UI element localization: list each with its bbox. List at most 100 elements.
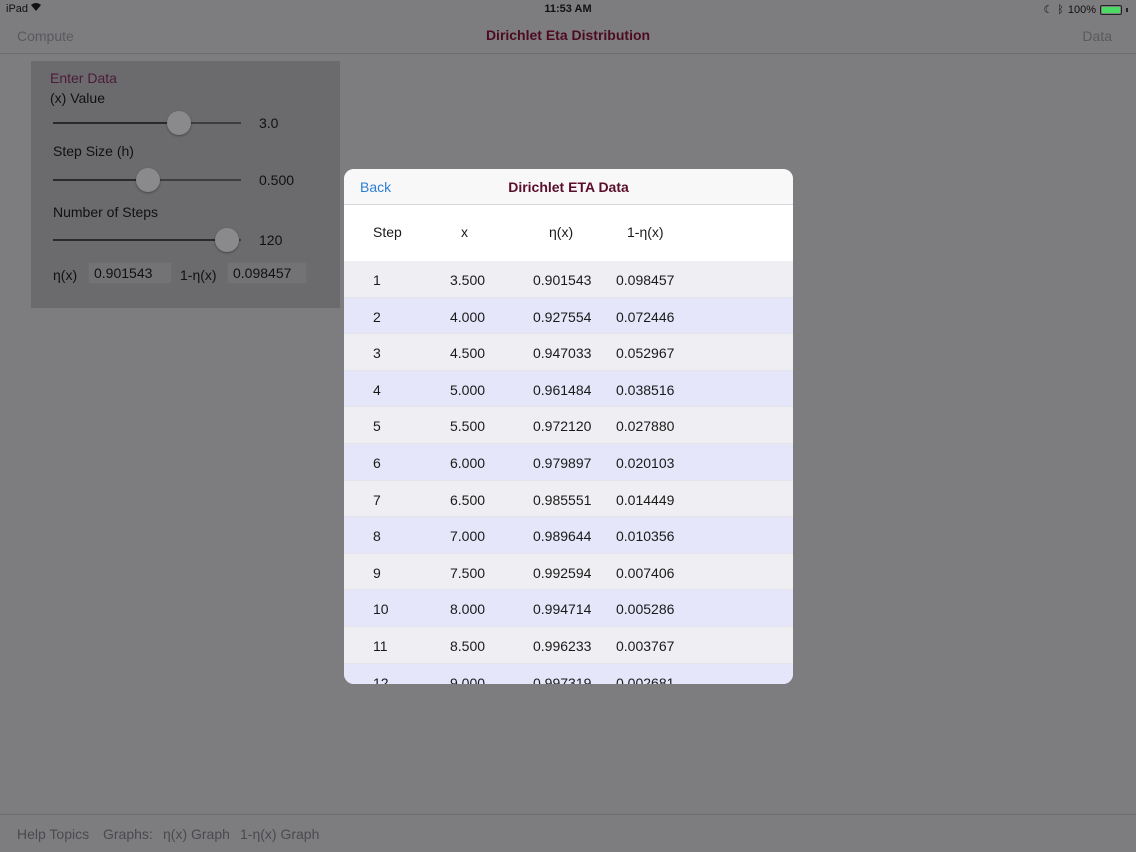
popover-title: Dirichlet ETA Data	[508, 179, 629, 195]
step-size-slider-fill	[53, 179, 148, 181]
cell-eta: 0.996233	[533, 637, 592, 654]
cell-eta: 0.972120	[533, 418, 592, 435]
cell-eta: 0.927554	[533, 308, 592, 325]
cell-one-minus-eta: 0.010356	[616, 528, 675, 545]
one-minus-eta-label: 1-η(x)	[180, 267, 217, 283]
cell-eta: 0.994714	[533, 601, 592, 618]
cell-x: 5.000	[450, 381, 486, 398]
number-of-steps-label: Number of Steps	[53, 204, 159, 220]
cell-step: 9	[373, 564, 381, 581]
cell-eta: 0.992594	[533, 564, 592, 581]
cell-step: 7	[373, 491, 381, 508]
popover-header: Back Dirichlet ETA Data	[344, 169, 793, 205]
eta-graph-button[interactable]: η(x) Graph	[163, 826, 230, 842]
table-row[interactable]: 8 7.000 0.989644 0.010356	[344, 517, 793, 554]
table-row[interactable]: 3 4.500 0.947033 0.052967	[344, 334, 793, 371]
status-right: ☾ ᛒ 100%	[1043, 3, 1128, 16]
cell-one-minus-eta: 0.020103	[616, 454, 675, 471]
cell-eta: 0.985551	[533, 491, 592, 508]
nav-bar: Compute Dirichlet Eta Distribution Data	[0, 18, 1136, 54]
bluetooth-icon: ᛒ	[1057, 3, 1064, 16]
table-header: Step x η(x) 1-η(x)	[344, 205, 793, 261]
step-size-slider-thumb[interactable]	[136, 168, 160, 192]
x-value-slider-thumb[interactable]	[167, 111, 191, 135]
table-row[interactable]: 2 4.000 0.927554 0.072446	[344, 297, 793, 335]
eta-label: η(x)	[53, 267, 78, 283]
table-row[interactable]: 12 9.000 0.997319 0.002681	[344, 663, 793, 684]
cell-eta: 0.947033	[533, 345, 592, 362]
table-row[interactable]: 11 8.500 0.996233 0.003767	[344, 626, 793, 664]
enter-data-panel: Enter Data (x) Value 3.0 Step Size (h) 0…	[31, 61, 340, 308]
cell-one-minus-eta: 0.027880	[616, 418, 675, 435]
cell-one-minus-eta: 0.072446	[616, 308, 675, 325]
step-size-slider[interactable]	[53, 168, 241, 192]
cell-eta: 0.979897	[533, 454, 592, 471]
cell-step: 5	[373, 418, 381, 435]
step-size-label: Step Size (h)	[53, 143, 134, 159]
cell-step: 6	[373, 454, 381, 471]
battery-tip	[1126, 7, 1128, 12]
table-row[interactable]: 6 6.000 0.979897 0.020103	[344, 443, 793, 481]
number-of-steps-readout: 120	[259, 232, 283, 248]
cell-one-minus-eta: 0.014449	[616, 491, 675, 508]
cell-step: 2	[373, 308, 381, 325]
cell-one-minus-eta: 0.007406	[616, 564, 675, 581]
cell-eta: 0.989644	[533, 528, 592, 545]
step-size-readout: 0.500	[259, 172, 295, 188]
cell-step: 12	[373, 674, 389, 684]
graphs-label: Graphs:	[103, 826, 153, 842]
status-bar: iPad 11:53 AM ☾ ᛒ 100%	[0, 0, 1136, 18]
table-row[interactable]: 10 8.000 0.994714 0.005286	[344, 590, 793, 627]
table-row[interactable]: 5 5.500 0.972120 0.027880	[344, 407, 793, 444]
eta-result-field[interactable]: 0.901543	[88, 262, 172, 284]
x-value-slider[interactable]	[53, 111, 241, 135]
x-value-label: (x) Value	[50, 90, 105, 106]
cell-one-minus-eta: 0.098457	[616, 272, 675, 288]
cell-step: 4	[373, 381, 381, 398]
x-value-readout: 3.0	[259, 115, 279, 131]
one-minus-eta-result-field[interactable]: 0.098457	[227, 262, 307, 284]
table-row[interactable]: 1 3.500 0.901543 0.098457	[344, 261, 793, 298]
x-value-slider-fill	[53, 122, 179, 124]
number-of-steps-slider-thumb[interactable]	[215, 228, 239, 252]
cell-x: 5.500	[450, 418, 486, 435]
battery-icon	[1100, 4, 1122, 15]
one-minus-eta-graph-button[interactable]: 1-η(x) Graph	[240, 826, 319, 842]
data-button[interactable]: Data	[1082, 28, 1112, 44]
clock: 11:53 AM	[544, 3, 592, 15]
cell-step: 10	[373, 601, 389, 618]
battery-percent: 100%	[1067, 3, 1096, 16]
bottom-toolbar: Help Topics Graphs: η(x) Graph 1-η(x) Gr…	[0, 814, 1136, 852]
cell-x: 8.000	[450, 601, 486, 618]
header-step: Step	[373, 224, 402, 240]
cell-x: 4.500	[450, 345, 486, 362]
cell-one-minus-eta: 0.005286	[616, 601, 675, 618]
cell-one-minus-eta: 0.002681	[616, 674, 675, 684]
cell-x: 4.000	[450, 308, 486, 325]
cell-x: 9.000	[450, 674, 486, 684]
cell-x: 6.000	[450, 454, 486, 471]
cell-step: 11	[373, 637, 388, 654]
number-of-steps-slider-fill	[53, 239, 227, 241]
cell-x: 7.000	[450, 528, 486, 545]
cell-eta: 0.901543	[533, 272, 592, 288]
cell-one-minus-eta: 0.003767	[616, 637, 675, 654]
data-table[interactable]: 1 3.500 0.901543 0.098457 2 4.000 0.927554 0.07…	[344, 261, 793, 684]
page-title: Dirichlet Eta Distribution	[485, 27, 651, 43]
header-eta: η(x)	[549, 224, 574, 240]
header-x: x	[461, 224, 468, 240]
table-row[interactable]: 7 6.500 0.985551 0.014449	[344, 480, 793, 518]
cell-step: 8	[373, 528, 381, 545]
table-row[interactable]: 4 5.000 0.961484 0.038516	[344, 370, 793, 408]
cell-x: 7.500	[450, 564, 486, 581]
eta-data-popover: Back Dirichlet ETA Data Step x η(x) 1-η(…	[344, 169, 793, 684]
cell-x: 3.500	[450, 272, 486, 288]
number-of-steps-slider[interactable]	[53, 228, 241, 252]
cell-x: 6.500	[450, 491, 486, 508]
help-topics-button[interactable]: Help Topics	[17, 826, 89, 842]
cell-step: 1	[373, 272, 381, 288]
table-row[interactable]: 9 7.500 0.992594 0.007406	[344, 553, 793, 591]
cell-one-minus-eta: 0.038516	[616, 381, 675, 398]
moon-icon: ☾	[1043, 4, 1054, 16]
cell-x: 8.500	[450, 637, 486, 654]
